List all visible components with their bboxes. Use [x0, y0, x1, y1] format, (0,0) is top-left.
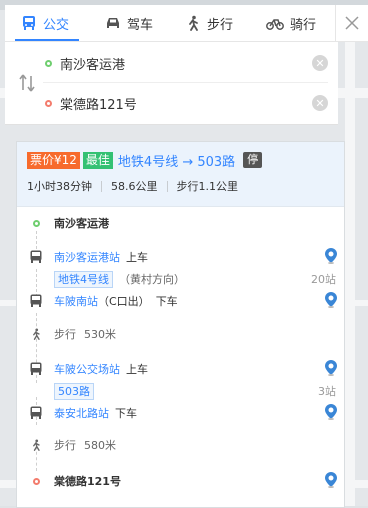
stop-badge: 停 [243, 152, 263, 168]
tab-transit[interactable]: 公交 [21, 5, 69, 41]
divider [101, 180, 102, 192]
clear-icon: ✕ [315, 96, 325, 110]
close-icon [345, 16, 359, 30]
active-tab-indicator [15, 39, 79, 41]
map-pin-icon [325, 403, 337, 420]
end-dot-icon [32, 477, 40, 485]
locate-button[interactable] [325, 247, 337, 267]
step-board[interactable]: 南沙客运港站 上车 [17, 247, 344, 267]
distance: 58.6公里 [111, 180, 158, 193]
station-link[interactable]: 泰安北路站 [54, 405, 109, 421]
step-alight[interactable]: 车陂南站 （C口出） 下车 [17, 291, 344, 311]
destination-row[interactable]: 棠德路121号 [17, 471, 344, 491]
walk-distance: 580米 [84, 439, 116, 452]
walk-distance: 530米 [84, 328, 116, 341]
map-pin-icon [325, 247, 337, 264]
exit-label: （C口出） [98, 295, 150, 308]
locate-button[interactable] [325, 471, 337, 491]
route-result-card[interactable]: 票价¥12 最佳 地铁4号线 → 503路 停 1小时38分钟 58.6公里 步… [16, 141, 345, 508]
locate-button[interactable] [325, 403, 337, 423]
walk-icon [189, 15, 198, 31]
map-pin-icon [325, 291, 337, 308]
walk-label: 步行 [54, 439, 76, 452]
end-value: 棠德路121号 [60, 97, 137, 113]
action-label: 下车 [155, 295, 178, 308]
step-alight[interactable]: 泰安北路站 下车 [17, 403, 344, 423]
tab-cycling[interactable]: 骑行 [266, 5, 316, 41]
step-board[interactable]: 车陂公交场站 上车 [17, 359, 344, 379]
route-inputs: 南沙客运港 ✕ 棠德路121号 ✕ [5, 42, 338, 125]
route-steps: 南沙客运港 南沙客运港站 上车 地铁4号线 （黄村方向） 20站 车陂南站 （C… [17, 207, 344, 507]
action-label: 上车 [126, 363, 148, 376]
stop-count: 3站 [318, 385, 336, 398]
origin-row: 南沙客运港 [17, 213, 344, 233]
destination-label: 棠德路121号 [54, 475, 121, 488]
stop-count: 20站 [311, 273, 336, 286]
step-line-info: 地铁4号线 （黄村方向） 20站 [17, 269, 344, 289]
clear-end-button[interactable]: ✕ [312, 95, 328, 111]
travel-mode-tabs: 公交 驾车 步行 骑行 [5, 5, 368, 42]
map-road [345, 0, 355, 506]
map-pin-icon [325, 359, 337, 376]
divider [166, 180, 168, 192]
direction-label: （黄村方向） [119, 273, 185, 286]
locate-button[interactable] [325, 291, 337, 311]
start-dot-icon [45, 59, 52, 67]
tab-driving[interactable]: 驾车 [105, 5, 153, 41]
best-tag: 最佳 [82, 151, 113, 169]
step-line-info: 503路 3站 [17, 381, 344, 401]
close-button[interactable] [335, 5, 368, 41]
locate-button[interactable] [325, 359, 337, 379]
action-label: 上车 [126, 251, 148, 264]
step-walk: 步行 580米 [17, 435, 344, 455]
tab-label: 公交 [43, 17, 70, 33]
station-link[interactable]: 南沙客运港站 [54, 249, 120, 265]
route-title[interactable]: 地铁4号线 → 503路 [118, 151, 235, 170]
tab-label: 步行 [207, 17, 234, 33]
walk-icon [33, 328, 40, 340]
action-label: 下车 [115, 407, 137, 420]
tab-label: 骑行 [290, 17, 317, 33]
bus-icon [30, 294, 42, 307]
end-dot-icon [45, 99, 52, 107]
line-badge[interactable]: 地铁4号线 [54, 270, 113, 288]
station-link[interactable]: 车陂南站 [54, 293, 98, 309]
start-field[interactable]: 南沙客运港 ✕ [43, 44, 328, 83]
price-tag: 票价¥12 [27, 151, 80, 169]
route-summary[interactable]: 票价¥12 最佳 地铁4号线 → 503路 停 1小时38分钟 58.6公里 步… [17, 142, 344, 207]
clear-icon: ✕ [315, 56, 325, 70]
walk-distance: 步行1.1公里 [176, 180, 239, 193]
bus-icon [30, 250, 42, 263]
map-pin-icon [325, 471, 337, 488]
origin-label: 南沙客运港 [54, 217, 109, 230]
end-field[interactable]: 棠德路121号 ✕ [43, 84, 328, 122]
station-link[interactable]: 车陂公交场站 [54, 361, 120, 377]
swap-arrows-icon [19, 74, 35, 92]
clear-start-button[interactable]: ✕ [312, 55, 328, 71]
bus-icon [30, 406, 42, 419]
bike-icon [266, 19, 284, 30]
bus-icon [30, 362, 42, 375]
walk-label: 步行 [54, 328, 76, 341]
duration: 1小时38分钟 [27, 180, 92, 193]
tab-walking[interactable]: 步行 [185, 5, 233, 41]
tab-label: 驾车 [127, 17, 154, 33]
start-dot-icon [32, 219, 40, 227]
line-badge[interactable]: 503路 [54, 382, 94, 400]
start-value: 南沙客运港 [60, 57, 126, 73]
step-walk: 步行 530米 [17, 324, 344, 344]
swap-button[interactable] [17, 72, 37, 94]
walk-icon [33, 439, 40, 451]
bus-icon [23, 16, 35, 30]
car-icon [107, 18, 119, 28]
